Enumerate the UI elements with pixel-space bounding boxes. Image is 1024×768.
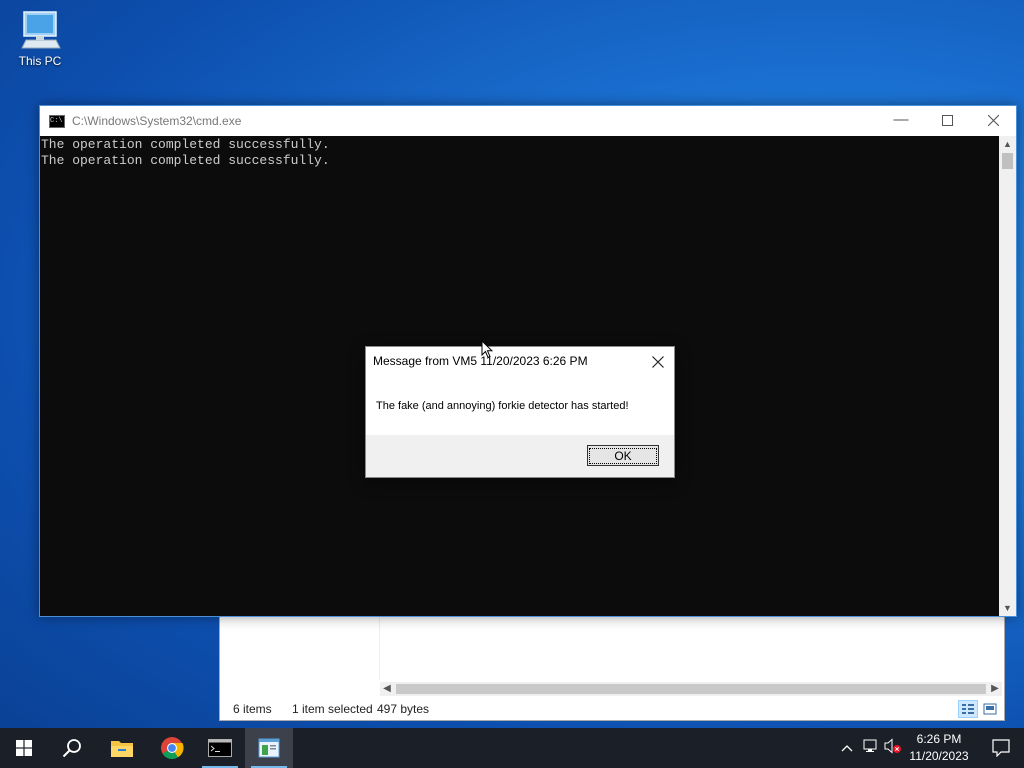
- message-dialog[interactable]: Message from VM5 11/20/2023 6:26 PM The …: [365, 346, 675, 478]
- status-size: 497 bytes: [377, 702, 430, 716]
- maximize-icon: [941, 115, 953, 126]
- show-hidden-icons-button[interactable]: [838, 739, 856, 757]
- network-button[interactable]: [860, 739, 882, 758]
- desktop-icon-label: This PC: [18, 54, 62, 68]
- system-tray: [838, 728, 904, 768]
- cmd-app-icon: C:\: [49, 114, 65, 128]
- dialog-footer: OK: [366, 435, 674, 477]
- taskbar-notepad[interactable]: [245, 728, 293, 768]
- clock-time: 6:26 PM: [916, 732, 962, 746]
- status-bar: 6 items 1 item selected 497 bytes: [220, 698, 1004, 720]
- computer-icon: [21, 11, 61, 49]
- pane-divider: [379, 614, 380, 680]
- scroll-thumb[interactable]: [396, 684, 986, 694]
- start-icon: [16, 740, 32, 756]
- scroll-down-icon[interactable]: ▼: [999, 600, 1016, 616]
- taskbar-cmd[interactable]: [196, 728, 244, 768]
- desktop-icon-this-pc[interactable]: This PC: [12, 10, 68, 68]
- scroll-left-icon[interactable]: ◀: [380, 682, 394, 696]
- dialog-close-button[interactable]: [650, 351, 666, 373]
- details-view-icon: [962, 704, 974, 714]
- large-icons-view-icon: [983, 703, 997, 715]
- taskbar-chrome[interactable]: [148, 728, 196, 768]
- minimize-button[interactable]: —: [878, 106, 924, 136]
- start-button[interactable]: [0, 728, 48, 768]
- scroll-up-icon[interactable]: ▲: [999, 136, 1016, 152]
- network-icon: [863, 739, 877, 752]
- chevron-up-icon: [841, 745, 853, 752]
- volume-muted-icon: [884, 737, 901, 754]
- large-icons-view-button[interactable]: [980, 700, 1000, 718]
- search-icon: [62, 739, 81, 758]
- search-button[interactable]: [48, 728, 96, 768]
- status-item-count: 6 items: [233, 702, 272, 716]
- status-selection: 1 item selected: [292, 702, 373, 716]
- taskbar: 6:26 PM 11/20/2023: [0, 728, 1024, 768]
- notification-icon: [992, 739, 1010, 757]
- action-center-button[interactable]: [978, 728, 1024, 768]
- close-icon: [652, 356, 664, 368]
- mouse-cursor-icon: [481, 340, 493, 359]
- cmd-title-bar[interactable]: C:\ C:\Windows\System32\cmd.exe —: [40, 106, 1016, 136]
- cmd-title: C:\Windows\System32\cmd.exe: [72, 114, 242, 128]
- taskbar-file-explorer[interactable]: [98, 728, 146, 768]
- minimize-icon: —: [893, 111, 909, 128]
- ok-button-label: OK: [589, 448, 657, 464]
- cmd-icon: [208, 739, 232, 757]
- maximize-button[interactable]: [924, 106, 970, 136]
- taskbar-clock[interactable]: 6:26 PM 11/20/2023: [904, 731, 974, 765]
- file-explorer-window[interactable]: ◀ ▶ 6 items 1 item selected 497 bytes: [219, 614, 1005, 721]
- notepad-icon: [258, 738, 280, 758]
- console-line: The operation completed successfully.: [41, 137, 330, 152]
- clock-date: 11/20/2023: [909, 749, 969, 763]
- scroll-thumb[interactable]: [1002, 153, 1013, 169]
- horizontal-scrollbar[interactable]: ◀ ▶: [380, 682, 1002, 696]
- close-button[interactable]: [970, 106, 1016, 136]
- chrome-icon: [161, 737, 184, 760]
- vertical-scrollbar[interactable]: ▲ ▼: [999, 136, 1016, 616]
- file-explorer-icon: [111, 741, 133, 757]
- ok-button[interactable]: OK: [587, 445, 659, 466]
- console-line: The operation completed successfully.: [41, 153, 330, 168]
- scroll-right-icon[interactable]: ▶: [988, 682, 1002, 696]
- details-view-button[interactable]: [958, 700, 978, 718]
- close-icon: [987, 114, 999, 127]
- volume-button[interactable]: [882, 737, 904, 759]
- dialog-message: The fake (and annoying) forkie detector …: [376, 400, 629, 412]
